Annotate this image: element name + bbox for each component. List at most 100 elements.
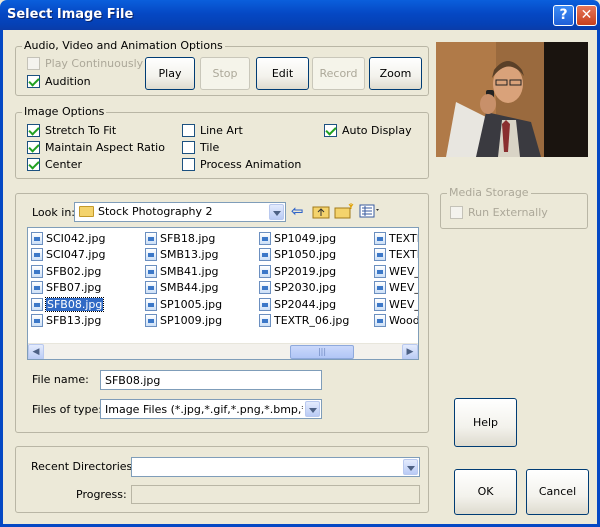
file-item-label: SP2019.jpg <box>274 264 337 278</box>
file-column: SFB18.jpg SMB13.jpg SMB41.jpg SMB44.jpg SP10… <box>145 230 222 329</box>
window-title: Select Image File <box>7 7 134 22</box>
file-item[interactable]: SP1049.jpg <box>259 230 349 247</box>
process-animation-checkbox[interactable]: Process Animation <box>182 158 301 171</box>
look-in-value: Stock Photography 2 <box>98 205 213 218</box>
auto-display-checkbox[interactable]: Auto Display <box>324 124 412 137</box>
auto-display-box[interactable] <box>324 124 337 137</box>
auto-display-label: Auto Display <box>342 124 412 137</box>
run-externally-box[interactable] <box>450 206 463 219</box>
image-file-icon <box>259 248 271 262</box>
file-item[interactable]: SFB13.jpg <box>31 313 105 330</box>
file-item[interactable]: SFB08.jpg <box>31 296 105 313</box>
stop-button[interactable]: Stop <box>200 57 250 90</box>
file-item[interactable]: SP1005.jpg <box>145 296 222 313</box>
file-item-label: WEV_ <box>389 281 419 295</box>
play-continuously-box[interactable] <box>27 57 40 70</box>
file-item[interactable]: SP1009.jpg <box>145 313 222 330</box>
tile-box[interactable] <box>182 141 195 154</box>
maintain-aspect-checkbox[interactable]: Maintain Aspect Ratio <box>27 141 165 154</box>
stretch-to-fit-checkbox[interactable]: Stretch To Fit <box>27 124 116 137</box>
image-file-icon <box>374 314 386 328</box>
help-button[interactable]: Help <box>454 398 517 447</box>
scroll-left-icon[interactable]: ◀ <box>28 344 44 359</box>
file-item[interactable]: Wood <box>374 313 419 330</box>
close-button[interactable]: ✕ <box>576 5 597 26</box>
look-in-dropdown[interactable]: Stock Photography 2 <box>74 202 286 222</box>
file-item-label: WEV_ <box>389 297 419 311</box>
record-button[interactable]: Record <box>312 57 365 90</box>
maintain-aspect-box[interactable] <box>27 141 40 154</box>
line-art-checkbox[interactable]: Line Art <box>182 124 243 137</box>
file-item[interactable]: SP2030.jpg <box>259 280 349 297</box>
file-item[interactable]: SCI047.jpg <box>31 247 105 264</box>
stretch-to-fit-box[interactable] <box>27 124 40 137</box>
file-item[interactable]: WEV_ <box>374 263 418 280</box>
edit-button[interactable]: Edit <box>256 57 309 90</box>
file-item-label: Wood <box>389 314 419 328</box>
file-item[interactable]: SMB44.jpg <box>145 280 222 297</box>
file-item[interactable]: SMB41.jpg <box>145 263 222 280</box>
file-item[interactable]: WEV_ <box>374 280 419 297</box>
center-box[interactable] <box>27 158 40 171</box>
center-checkbox[interactable]: Center <box>27 158 82 171</box>
image-file-icon <box>145 231 157 245</box>
file-item[interactable]: SP1050.jpg <box>259 247 349 264</box>
image-file-icon <box>145 248 157 262</box>
file-item[interactable]: SFB02.jpg <box>31 263 105 280</box>
image-file-icon <box>31 264 43 278</box>
recent-directories-dropdown[interactable] <box>131 457 420 477</box>
title-help-button[interactable]: ? <box>553 5 574 26</box>
file-item[interactable]: TEXTR <box>374 230 418 247</box>
file-item[interactable]: SFB07.jpg <box>31 280 105 297</box>
file-item-label: SP2030.jpg <box>274 281 337 295</box>
ok-button[interactable]: OK <box>454 469 517 515</box>
cancel-button[interactable]: Cancel <box>526 469 589 515</box>
back-arrow-icon[interactable]: ⇦ <box>291 203 309 221</box>
file-item-label: SMB44.jpg <box>160 281 219 295</box>
new-folder-icon[interactable] <box>334 203 354 221</box>
image-file-icon <box>374 297 386 311</box>
file-item-label: SP1005.jpg <box>160 297 223 311</box>
chevron-down-icon[interactable] <box>403 459 418 475</box>
file-item[interactable]: TEXTR_06.jpg <box>259 313 349 330</box>
file-item[interactable]: SP2044.jpg <box>259 296 349 313</box>
audition-checkbox[interactable]: Audition <box>27 75 91 88</box>
image-file-icon <box>31 297 43 311</box>
stretch-to-fit-label: Stretch To Fit <box>45 124 117 137</box>
progress-bar <box>131 485 420 504</box>
play-button[interactable]: Play <box>145 57 195 90</box>
audition-box[interactable] <box>27 75 40 88</box>
image-file-icon <box>145 297 157 311</box>
line-art-box[interactable] <box>182 124 195 137</box>
audition-label: Audition <box>45 75 91 88</box>
file-item-label: SP1049.jpg <box>274 231 337 245</box>
file-item[interactable]: SP2019.jpg <box>259 263 349 280</box>
image-file-icon <box>31 248 43 262</box>
file-item-label: SFB07.jpg <box>46 281 102 295</box>
chevron-down-icon[interactable] <box>305 401 320 417</box>
zoom-button[interactable]: Zoom <box>369 57 422 90</box>
image-file-icon <box>259 314 271 328</box>
file-item[interactable]: SCI042.jpg <box>31 230 105 247</box>
file-item-label: SP1050.jpg <box>274 248 337 262</box>
files-of-type-dropdown[interactable]: Image Files (*.jpg,*.gif,*.png,*.bmp,*.p… <box>100 399 322 419</box>
file-item[interactable]: SFB18.jpg <box>145 230 222 247</box>
view-menu-icon[interactable] <box>359 203 383 221</box>
file-item-label: SMB13.jpg <box>160 248 219 262</box>
file-list[interactable]: SCI042.jpg SCI047.jpg SFB02.jpg SFB07.jpg SF… <box>27 227 419 360</box>
chevron-down-icon[interactable] <box>269 204 284 220</box>
file-item[interactable]: SMB13.jpg <box>145 247 222 264</box>
process-animation-box[interactable] <box>182 158 195 171</box>
scroll-thumb[interactable]: ||| <box>290 345 354 359</box>
file-name-input[interactable]: SFB08.jpg <box>100 370 322 390</box>
file-item[interactable]: WEV_ <box>374 296 419 313</box>
image-file-icon <box>259 264 271 278</box>
scroll-right-icon[interactable]: ▶ <box>402 344 418 359</box>
horizontal-scrollbar[interactable]: ◀ ||| ▶ <box>28 343 418 359</box>
play-continuously-checkbox[interactable]: Play Continuously <box>27 57 143 70</box>
up-folder-icon[interactable] <box>312 203 332 221</box>
file-item[interactable]: TEXTR <box>374 247 418 264</box>
run-externally-checkbox[interactable]: Run Externally <box>450 206 548 219</box>
tile-checkbox[interactable]: Tile <box>182 141 219 154</box>
image-file-icon <box>145 281 157 295</box>
